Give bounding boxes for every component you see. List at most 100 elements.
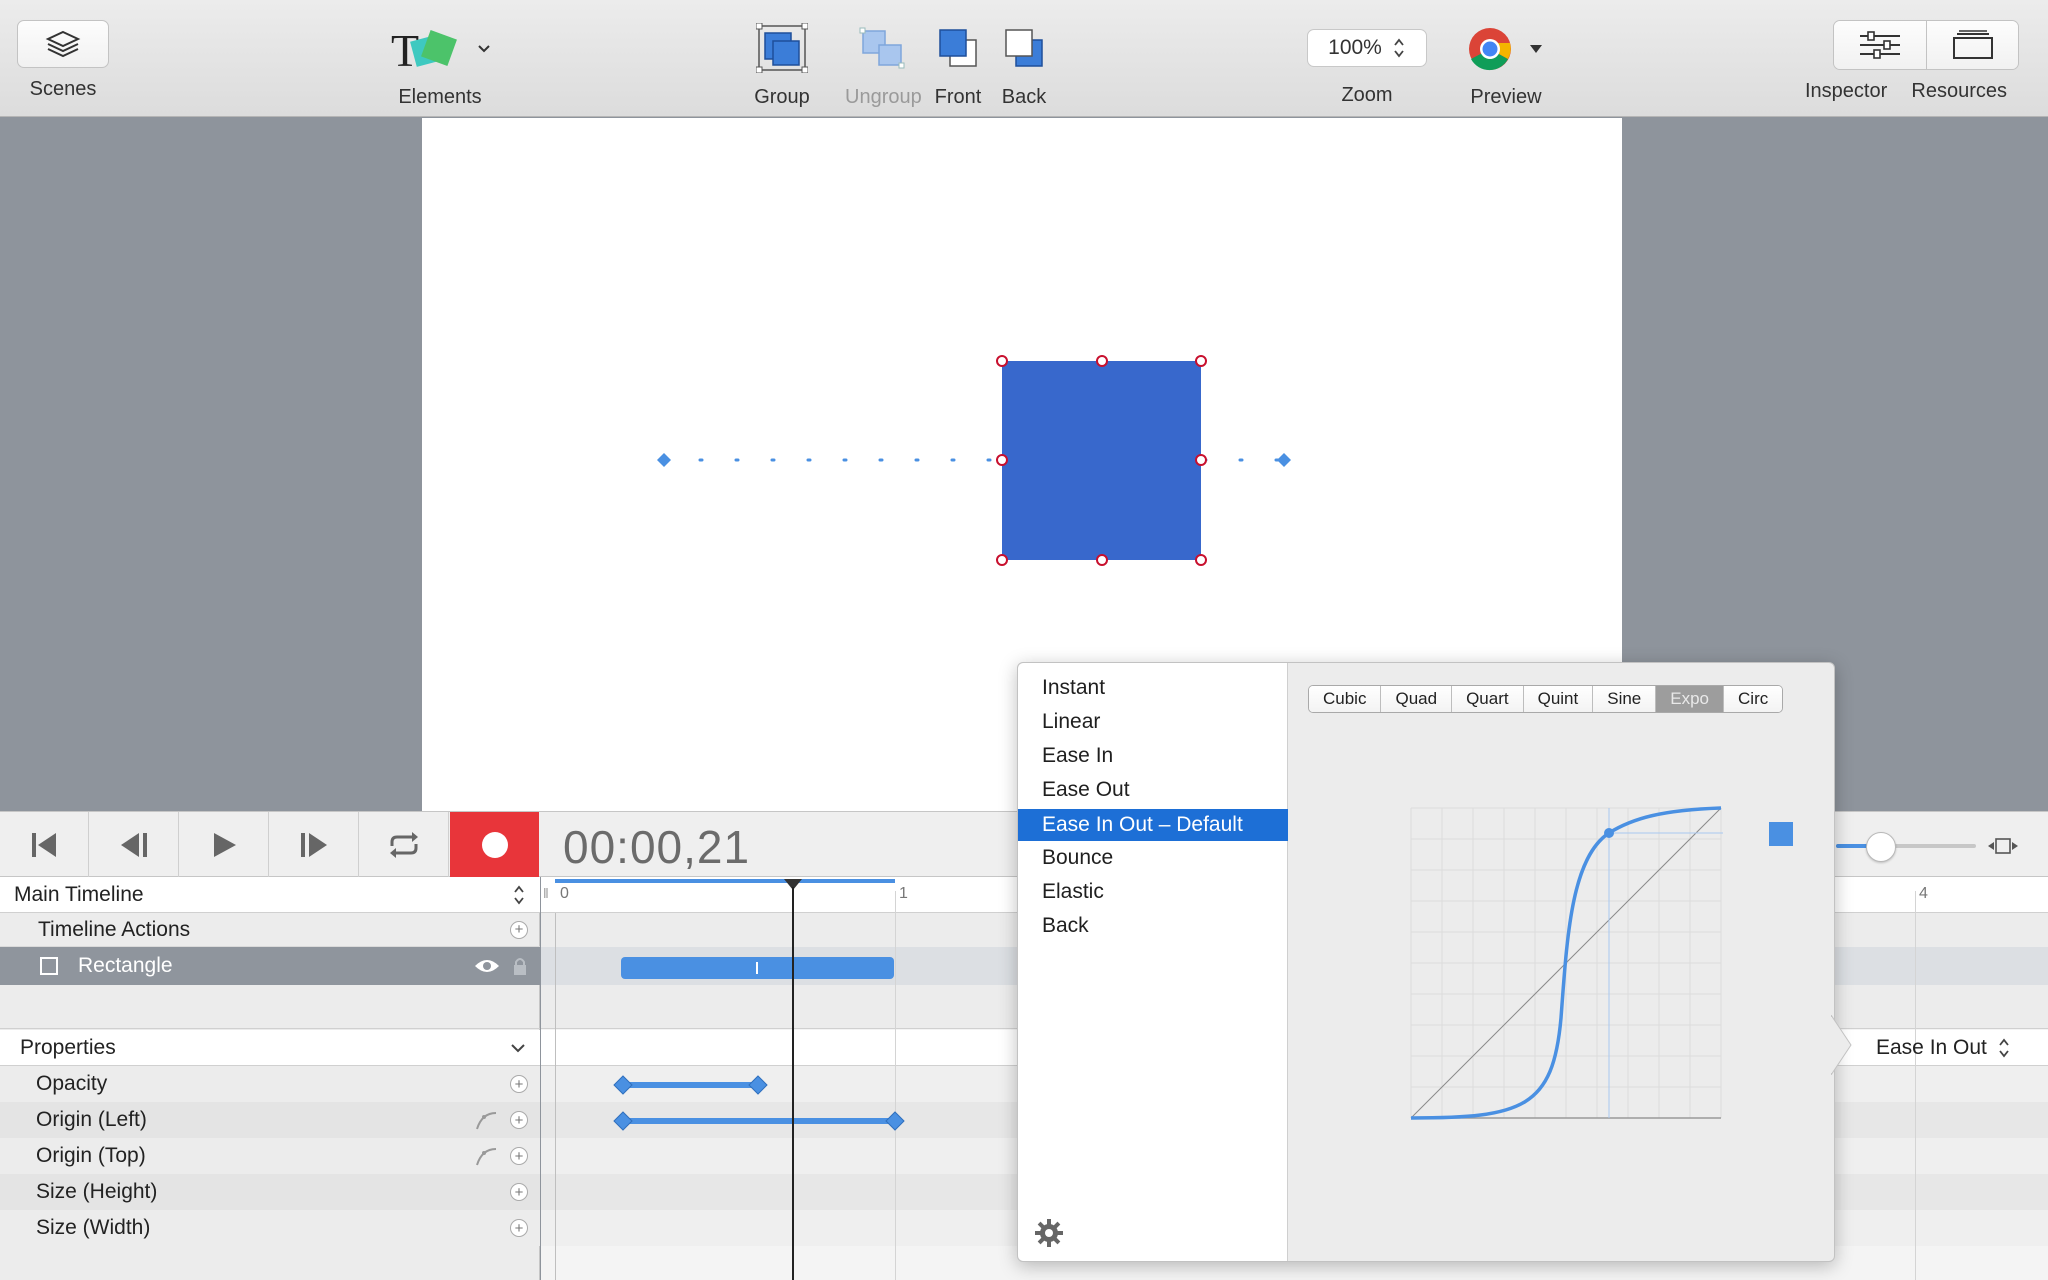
property-row-origin-left[interactable]: Origin (Left) +	[0, 1102, 540, 1138]
play-icon	[214, 833, 236, 857]
gear-icon[interactable]	[1034, 1218, 1064, 1248]
property-label: Size (Height)	[36, 1180, 158, 1203]
preview-control[interactable]	[1466, 20, 1546, 76]
easing-select[interactable]: Ease In Out	[1876, 1030, 2048, 1066]
property-row-size-height[interactable]: Size (Height) +	[0, 1174, 540, 1210]
main-timeline-select[interactable]: Main Timeline	[0, 877, 540, 913]
tab-quart[interactable]: Quart	[1452, 686, 1524, 712]
properties-label: Properties	[20, 1035, 116, 1059]
front-icon	[939, 29, 977, 67]
stepper-icon	[1999, 1038, 2009, 1058]
elements-menu[interactable]: T	[385, 20, 495, 76]
inspector-button[interactable]	[1834, 21, 1926, 69]
timeline-actions-row[interactable]: Timeline Actions +	[0, 913, 540, 947]
motion-path-end-handle	[1277, 453, 1291, 467]
step-back-button[interactable]	[90, 812, 179, 878]
eye-icon[interactable]	[474, 957, 500, 975]
timecode-display: 00:00,21	[563, 821, 751, 873]
easing-popover: Instant Linear Ease In Ease Out Ease In …	[1017, 662, 1852, 1262]
keyframe-layer[interactable]	[541, 1066, 941, 1146]
step-forward-button[interactable]	[270, 812, 359, 878]
ungroup-button[interactable]: Ungroup	[845, 20, 922, 109]
easing-option-ease-in[interactable]: Ease In	[1018, 739, 1288, 773]
add-keyframe-icon[interactable]: +	[510, 1147, 528, 1165]
property-row-opacity[interactable]: Opacity +	[0, 1066, 540, 1102]
property-row-size-width[interactable]: Size (Width) +	[0, 1210, 540, 1246]
ruler-label: 4	[1919, 885, 1928, 902]
tab-expo[interactable]: Expo	[1656, 686, 1725, 712]
front-label: Front	[934, 86, 982, 108]
ruler-label: 0	[560, 885, 569, 902]
group-button[interactable]: Group	[754, 20, 810, 109]
easing-option-linear[interactable]: Linear	[1018, 705, 1288, 739]
add-keyframe-icon[interactable]: +	[510, 1183, 528, 1201]
front-button[interactable]: Front	[930, 20, 986, 109]
property-row-origin-top[interactable]: Origin (Top) +	[0, 1138, 540, 1174]
property-label: Opacity	[36, 1072, 108, 1095]
property-label: Origin (Top)	[36, 1144, 146, 1167]
properties-header[interactable]: Properties	[0, 1030, 540, 1066]
easing-option-ease-in-out[interactable]: Ease In Out – Default	[1018, 809, 1288, 841]
stepper-icon	[1394, 38, 1404, 58]
add-keyframe-icon[interactable]: +	[510, 1111, 528, 1129]
ungroup-control[interactable]	[855, 20, 911, 76]
motion-path-icon[interactable]	[474, 1145, 500, 1167]
fit-width-icon[interactable]	[1986, 834, 2020, 858]
motion-path-icon[interactable]	[474, 1109, 500, 1131]
easing-option-ease-out[interactable]: Ease Out	[1018, 773, 1288, 807]
resources-button[interactable]	[1926, 21, 2018, 69]
element-duration-bar[interactable]	[621, 957, 894, 979]
curve-handle[interactable]	[1769, 822, 1793, 846]
timeline-zoom-thumb[interactable]	[1866, 832, 1896, 862]
origin-left-keyframe-start	[613, 1111, 633, 1131]
zoom-control[interactable]: 100% Zoom	[1307, 20, 1427, 107]
play-button[interactable]	[180, 812, 269, 878]
front-control[interactable]	[930, 20, 986, 76]
lock-icon[interactable]	[512, 956, 528, 976]
back-button[interactable]: Back	[996, 20, 1052, 109]
skip-start-button[interactable]	[0, 812, 89, 878]
tab-circ[interactable]: Circ	[1724, 686, 1783, 712]
tab-cubic[interactable]: Cubic	[1309, 686, 1382, 712]
easing-option-back[interactable]: Back	[1018, 909, 1288, 943]
duration-bar-marker	[756, 962, 758, 974]
record-button[interactable]	[450, 812, 539, 878]
layers-icon	[45, 30, 81, 58]
zoom-select[interactable]: 100%	[1307, 29, 1427, 67]
chrome-icon	[1469, 28, 1542, 71]
loop-icon	[390, 832, 418, 858]
group-control[interactable]	[754, 20, 810, 76]
ruler-label: 1	[899, 885, 908, 902]
add-keyframe-icon[interactable]: +	[510, 1219, 528, 1237]
panel-toggle-segment	[1833, 20, 2019, 70]
step-forward-icon	[301, 833, 327, 857]
rectangle-shape	[1002, 361, 1201, 560]
tab-quad[interactable]: Quad	[1381, 686, 1453, 712]
motion-path-start-handle	[657, 453, 671, 467]
tab-quint[interactable]: Quint	[1523, 686, 1594, 712]
spacer-row	[0, 985, 540, 1029]
easing-option-instant[interactable]: Instant	[1018, 671, 1288, 705]
timeline-zoom-track[interactable]	[1836, 844, 1976, 848]
add-keyframe-icon[interactable]: +	[510, 1075, 528, 1093]
easing-option-bounce[interactable]: Bounce	[1018, 841, 1288, 875]
scenes-toggle[interactable]	[17, 20, 109, 68]
element-row-rectangle[interactable]: Rectangle	[0, 947, 540, 985]
add-icon[interactable]: +	[510, 920, 528, 939]
ruler-range-bar	[555, 879, 895, 883]
easing-option-elastic[interactable]: Elastic	[1018, 875, 1288, 909]
loop-button[interactable]	[360, 812, 449, 878]
easing-curve-graph[interactable]	[1403, 798, 1723, 1128]
record-icon	[481, 832, 508, 858]
preview-button[interactable]: Preview	[1466, 20, 1546, 109]
toolbar: Scenes T Elements Group Ungroup Front Ba…	[0, 0, 2048, 117]
back-control[interactable]	[996, 20, 1052, 76]
zoom-label: Zoom	[1341, 84, 1393, 106]
tab-sine[interactable]: Sine	[1593, 686, 1657, 712]
ungroup-icon	[859, 27, 905, 69]
playhead[interactable]	[781, 877, 805, 1280]
scenes-button[interactable]: Scenes	[17, 20, 109, 101]
opacity-keyframe-start	[613, 1075, 633, 1095]
back-label: Back	[1001, 86, 1047, 108]
elements-button[interactable]: T Elements	[385, 20, 495, 109]
